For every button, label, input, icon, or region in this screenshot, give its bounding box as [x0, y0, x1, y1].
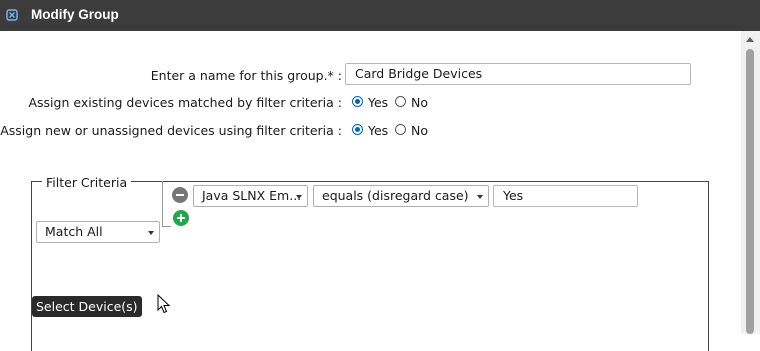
chevron-down-icon	[296, 195, 302, 199]
select-devices-tooltip: Select Device(s)	[32, 296, 142, 317]
criterion-value-input[interactable]: Yes	[493, 185, 638, 207]
chevron-down-icon	[477, 195, 483, 199]
group-name-label: Enter a name for this group.* :	[150, 68, 342, 83]
assign-new-label: Assign new or unassigned devices using f…	[0, 123, 342, 138]
assign-existing-label: Assign existing devices matched by filte…	[28, 95, 342, 110]
add-criterion-icon[interactable]	[173, 210, 189, 226]
assign-existing-yes-radio[interactable]	[352, 96, 363, 107]
criterion-field-value: Java SLNX Em...	[202, 188, 302, 203]
vertical-scrollbar[interactable]	[741, 31, 760, 334]
assign-existing-yes-label[interactable]: Yes	[368, 95, 388, 110]
scroll-up-icon[interactable]	[746, 37, 754, 42]
match-mode-select[interactable]: Match All	[36, 221, 160, 243]
assign-new-no-label[interactable]: No	[411, 123, 428, 138]
criterion-operator-select[interactable]: equals (disregard case)	[313, 185, 489, 207]
criteria-bracket	[162, 181, 171, 227]
remove-criterion-icon[interactable]	[172, 187, 188, 203]
title-bar: Modify Group	[0, 0, 760, 31]
scrollbar-thumb[interactable]	[746, 49, 754, 334]
criterion-operator-value: equals (disregard case)	[322, 188, 469, 203]
criterion-field-select[interactable]: Java SLNX Em...	[193, 185, 308, 207]
match-mode-value: Match All	[45, 224, 103, 239]
group-name-input[interactable]: Card Bridge Devices	[345, 63, 691, 85]
assign-new-yes-radio[interactable]	[352, 124, 363, 135]
assign-new-yes-label[interactable]: Yes	[368, 123, 388, 138]
assign-new-no-radio[interactable]	[395, 124, 406, 135]
assign-existing-no-label[interactable]: No	[411, 95, 428, 110]
group-settings-icon	[6, 9, 18, 21]
mouse-pointer-icon	[157, 294, 171, 314]
window-title: Modify Group	[31, 7, 119, 22]
chevron-down-icon	[148, 231, 154, 235]
filter-criteria-legend: Filter Criteria	[42, 175, 132, 190]
assign-existing-no-radio[interactable]	[395, 96, 406, 107]
